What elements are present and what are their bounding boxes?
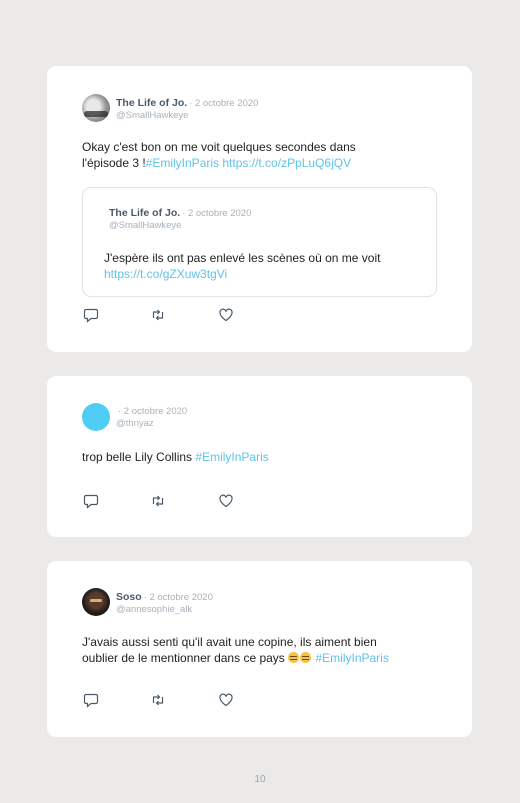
tweet-card: · 2 octobre 2020 @thnyaz trop belle Lily…: [47, 376, 472, 537]
heart-icon[interactable]: [218, 692, 234, 708]
tweet-text: J'avais aussi senti qu'il avait une copi…: [82, 635, 422, 666]
avatar[interactable]: [82, 94, 110, 122]
author-handle[interactable]: @SmallHawkeye: [116, 110, 258, 122]
quoted-url-link[interactable]: https://t.co/gZXuw3tgVi: [104, 267, 227, 281]
url-link[interactable]: https://t.co/zPpLuQ6jQV: [222, 156, 351, 170]
avatar[interactable]: [82, 403, 110, 431]
quoted-author-handle[interactable]: @SmallHawkeye: [109, 220, 251, 232]
page-number: 10: [254, 774, 266, 785]
tweet-actions: [83, 493, 234, 509]
tweet-header: · 2 octobre 2020 @thnyaz: [82, 403, 187, 433]
tweet-text: Okay c'est bon on me voit quelques secon…: [82, 140, 402, 171]
tweet-actions: [83, 692, 234, 708]
tweet-header: The Life of Jo. · 2 octobre 2020 @SmallH…: [82, 94, 258, 124]
hashtag-link[interactable]: #EmilyInParis: [146, 156, 219, 170]
heart-icon[interactable]: [218, 493, 234, 509]
quoted-tweet-date[interactable]: · 2 octobre 2020: [182, 208, 251, 220]
quoted-text-body: J'espère ils ont pas enlevé les scènes o…: [104, 251, 381, 265]
quoted-tweet-header: The Life of Jo. · 2 octobre 2020 @SmallH…: [109, 207, 251, 232]
tweet-card: The Life of Jo. · 2 octobre 2020 @SmallH…: [47, 66, 472, 352]
reply-icon[interactable]: [83, 307, 99, 323]
tweet-text-line-1: J'avais aussi senti qu'il avait une copi…: [82, 635, 377, 649]
reply-icon[interactable]: [83, 692, 99, 708]
author-handle[interactable]: @annesophie_alk: [116, 604, 213, 616]
expressionless-emoji-icon: [288, 651, 300, 663]
tweet-date[interactable]: · 2 octobre 2020: [189, 98, 258, 110]
tweet-date[interactable]: · 2 octobre 2020: [118, 406, 187, 418]
tweet-date[interactable]: · 2 octobre 2020: [144, 592, 213, 604]
tweet-text-body: trop belle Lily Collins: [82, 450, 193, 464]
reply-icon[interactable]: [83, 493, 99, 509]
tweet-card: Soso · 2 octobre 2020 @annesophie_alk J'…: [47, 561, 472, 737]
retweet-icon[interactable]: [150, 692, 166, 708]
author-handle[interactable]: @thnyaz: [116, 418, 187, 430]
author-name[interactable]: Soso: [116, 591, 142, 603]
tweet-actions: [83, 307, 234, 323]
expressionless-emoji-icon: [300, 651, 312, 663]
hashtag-link[interactable]: #EmilyInParis: [315, 651, 388, 665]
quoted-author-name[interactable]: The Life of Jo.: [109, 207, 180, 219]
retweet-icon[interactable]: [150, 307, 166, 323]
heart-icon[interactable]: [218, 307, 234, 323]
tweet-text: trop belle Lily Collins #EmilyInParis: [82, 450, 402, 466]
quoted-tweet-text: J'espère ils ont pas enlevé les scènes o…: [104, 251, 424, 282]
author-name[interactable]: The Life of Jo.: [116, 97, 187, 109]
hashtag-link[interactable]: #EmilyInParis: [195, 450, 268, 464]
retweet-icon[interactable]: [150, 493, 166, 509]
tweet-text-line-2: oublier de le mentionner dans ce pays: [82, 650, 285, 665]
quoted-tweet[interactable]: The Life of Jo. · 2 octobre 2020 @SmallH…: [82, 187, 437, 297]
avatar[interactable]: [82, 588, 110, 616]
tweet-header: Soso · 2 octobre 2020 @annesophie_alk: [82, 588, 213, 618]
